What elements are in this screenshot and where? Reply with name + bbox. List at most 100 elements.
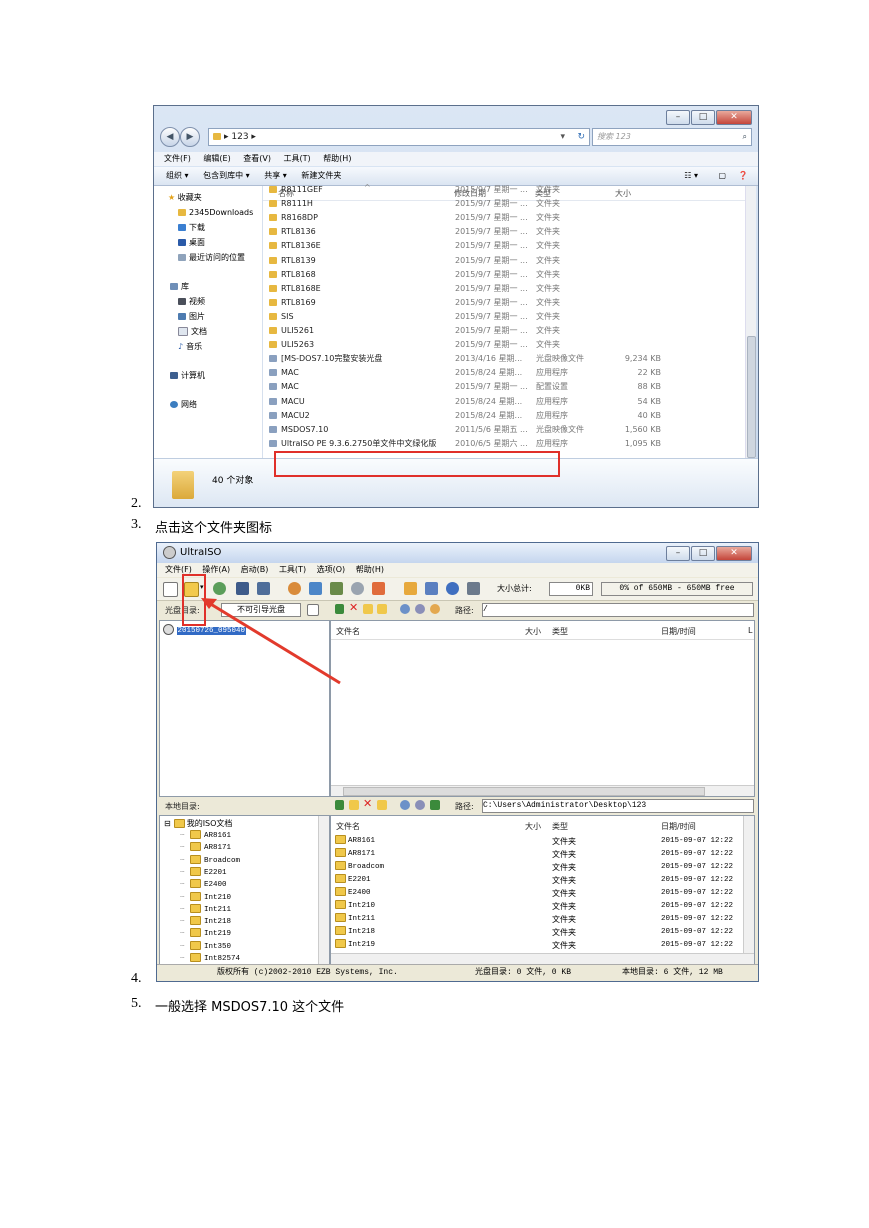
nav-item-documents[interactable]: 文档	[154, 324, 262, 339]
nav-item-music[interactable]: ♪ 音乐	[154, 339, 262, 354]
file-date: 2010/6/5 星期六 ...	[455, 438, 528, 448]
menu-file[interactable]: 文件(F)	[164, 154, 191, 163]
file-row[interactable]: MACU 2015/8/24 星期... 应用程序 54 KB	[263, 395, 748, 409]
file-row[interactable]: R8111GEF 2015/9/7 星期一 ... 文件夹	[263, 183, 748, 197]
file-size: 1,095 KB	[624, 438, 661, 448]
file-date: 2015/9/7 星期一 ...	[455, 340, 528, 350]
library-icon	[170, 283, 178, 290]
file-row[interactable]: RTL8169 2015/9/7 星期一 ... 文件夹	[263, 296, 748, 310]
nav-computer[interactable]: 计算机	[154, 368, 262, 383]
back-icon[interactable]: ◀	[160, 127, 180, 147]
file-date: 2015/9/7 星期一 ...	[455, 382, 528, 392]
file-size: 54 KB	[637, 396, 661, 406]
file-row[interactable]: RTL8139 2015/9/7 星期一 ... 文件夹	[263, 254, 748, 268]
organize-button[interactable]: 组织 ▾	[166, 171, 189, 180]
file-name: RTL8168	[281, 269, 316, 279]
file-name: R8111H	[281, 199, 313, 209]
file-date: 2015/9/7 星期一 ...	[455, 185, 528, 194]
file-row[interactable]: UltraISO PE 9.3.6.2750单文件中文绿化版 2010/6/5 星…	[263, 437, 748, 451]
file-type: 文件夹	[536, 326, 560, 335]
file-row[interactable]: [MS-DOS7.10完整安装光盘 2013/4/16 星期... 光盘映像文件 9,…	[263, 352, 748, 366]
search-icon[interactable]: ⌕	[743, 129, 747, 145]
close-button[interactable]: ✕	[716, 110, 752, 125]
nav-favorites-label: 收藏夹	[177, 193, 202, 202]
file-date: 2011/5/6 星期五 ...	[455, 424, 528, 434]
file-date: 2015/9/7 星期一 ...	[455, 283, 528, 293]
file-date: 2013/4/16 星期...	[455, 354, 523, 364]
address-row: ◀ ▶ ▸ 123 ▸ ▾ ↻ 搜索 123 ⌕	[160, 127, 752, 147]
navigation-pane: ★ 收藏夹 2345Downloads 下载 桌面 最近访问的位置 库 视频 图…	[154, 186, 263, 458]
file-size: 22 KB	[637, 368, 661, 378]
search-input[interactable]: 搜索 123 ⌕	[592, 128, 752, 146]
nav-item-pictures[interactable]: 图片	[154, 309, 262, 324]
file-name: MACU	[281, 396, 305, 406]
include-library-button[interactable]: 包含到库中 ▾	[203, 171, 250, 180]
file-icon	[269, 355, 277, 363]
menu-view[interactable]: 查看(V)	[243, 154, 271, 163]
scroll-thumb[interactable]	[747, 336, 756, 458]
nav-label: 网络	[181, 400, 197, 409]
file-row[interactable]: RTL8168 2015/9/7 星期一 ... 文件夹	[263, 268, 748, 282]
file-type: 文件夹	[536, 269, 560, 279]
star-icon: ★	[168, 193, 176, 202]
window-controls: – □ ✕	[666, 110, 752, 125]
ultraiso-screenshot: UltraISO – □ ✕ 文件(F) 操作(A) 启动(B) 工具(T) 选…	[156, 542, 759, 982]
new-folder-button[interactable]: 新建文件夹	[301, 171, 341, 180]
folder-icon	[213, 133, 221, 140]
file-row[interactable]: MACU2 2015/8/24 星期... 应用程序 40 KB	[263, 409, 748, 423]
file-type: 配置设置	[536, 382, 568, 392]
file-row[interactable]: R8168DP 2015/9/7 星期一 ... 文件夹	[263, 211, 748, 225]
file-type: 应用程序	[536, 368, 568, 378]
file-row[interactable]: RTL8136E 2015/9/7 星期一 ... 文件夹	[263, 239, 748, 253]
nav-item-desktop[interactable]: 桌面	[154, 235, 262, 250]
menu-edit[interactable]: 编辑(E)	[203, 154, 230, 163]
file-row[interactable]: ULI5261 2015/9/7 星期一 ... 文件夹	[263, 324, 748, 338]
list-number: 4.	[131, 971, 142, 986]
refresh-icon[interactable]: ↻	[577, 129, 585, 145]
vertical-scrollbar[interactable]	[745, 186, 756, 458]
folder-icon	[269, 270, 277, 278]
share-button[interactable]: 共享 ▾	[264, 171, 287, 180]
nav-item-downloads[interactable]: 下载	[154, 220, 262, 235]
nav-item-recent[interactable]: 最近访问的位置	[154, 250, 262, 265]
file-row[interactable]: MAC 2015/9/7 星期一 ... 配置设置 88 KB	[263, 380, 748, 394]
file-row[interactable]: ULI5263 2015/9/7 星期一 ... 文件夹	[263, 338, 748, 352]
address-bar[interactable]: ▸ 123 ▸ ▾ ↻	[208, 128, 590, 146]
file-name: RTL8139	[281, 255, 316, 265]
file-icon	[269, 369, 277, 377]
file-name: ULI5261	[281, 326, 315, 335]
nav-library[interactable]: 库	[154, 279, 262, 294]
menu-help[interactable]: 帮助(H)	[323, 154, 351, 163]
nav-item-videos[interactable]: 视频	[154, 294, 262, 309]
nav-item-2345downloads[interactable]: 2345Downloads	[154, 205, 262, 220]
file-type: 文件夹	[536, 297, 560, 307]
desktop-icon	[178, 239, 186, 246]
file-row[interactable]: R8111H 2015/9/7 星期一 ... 文件夹	[263, 197, 748, 211]
file-row[interactable]: MAC 2015/8/24 星期... 应用程序 22 KB	[263, 366, 748, 380]
file-row[interactable]: RTL8136 2015/9/7 星期一 ... 文件夹	[263, 225, 748, 239]
maximize-button[interactable]: □	[691, 110, 715, 125]
nav-favorites[interactable]: ★ 收藏夹	[154, 190, 262, 205]
dropdown-icon[interactable]: ▾	[560, 129, 565, 145]
file-list: 名称 ^ 修改日期 类型 大小 R8111GEF 2015/9/7 星期一 ...…	[263, 183, 748, 458]
file-row[interactable]: SIS 2015/9/7 星期一 ... 文件夹	[263, 310, 748, 324]
instruction-text: 点击这个文件夹图标	[155, 521, 273, 536]
file-row[interactable]: RTL8168E 2015/9/7 星期一 ... 文件夹	[263, 282, 748, 296]
file-date: 2015/9/7 星期一 ...	[455, 255, 528, 265]
file-type: 文件夹	[536, 283, 560, 293]
nav-label: 2345Downloads	[189, 208, 254, 217]
network-icon	[170, 401, 178, 408]
menu-tools[interactable]: 工具(T)	[284, 154, 311, 163]
minimize-button[interactable]: –	[666, 110, 690, 125]
list-number: 3.	[131, 517, 142, 532]
file-name: RTL8169	[281, 297, 316, 307]
file-icon	[269, 397, 277, 405]
arrow-annotation	[201, 598, 341, 685]
nav-label: 库	[181, 282, 189, 291]
nav-network[interactable]: 网络	[154, 397, 262, 412]
forward-icon[interactable]: ▶	[180, 127, 200, 147]
file-size: 40 KB	[637, 410, 661, 420]
address-path: ▸ 123 ▸	[224, 132, 256, 142]
file-row[interactable]: MSDOS7.10 2011/5/6 星期五 ... 光盘映像文件 1,560 KB	[263, 423, 748, 437]
file-name: UltraISO PE 9.3.6.2750单文件中文绿化版	[281, 438, 437, 448]
